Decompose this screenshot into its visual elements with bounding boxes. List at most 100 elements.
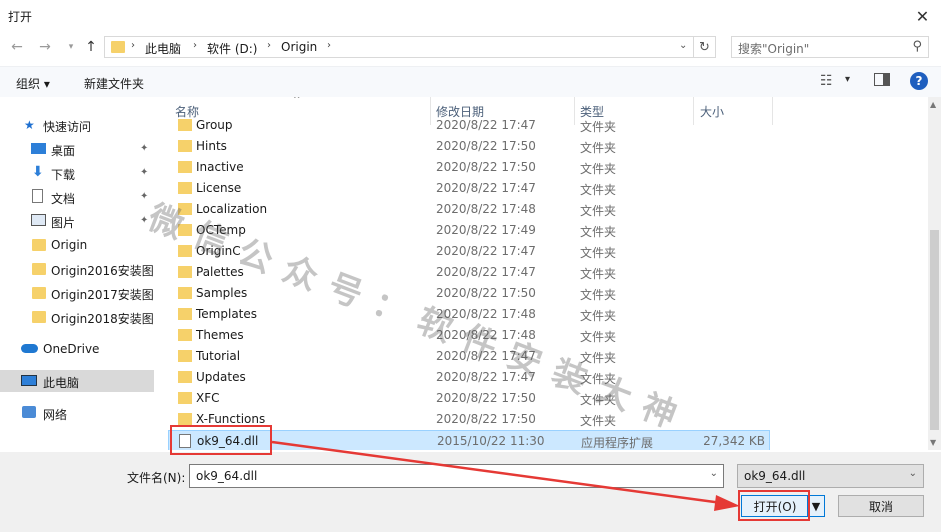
scroll-down-icon[interactable]: ▼	[930, 438, 936, 447]
file-date: 2020/8/22 17:47	[436, 370, 536, 384]
title-bar: 打开 ✕	[0, 0, 941, 32]
close-button[interactable]: ✕	[904, 0, 941, 32]
navigation-pane: ★ 快速访问 桌面 ✦ ⬇ 下载 ✦ 文档 ✦ 图片 ✦ Origin Orig…	[0, 97, 159, 450]
file-name: Group	[196, 118, 233, 132]
sidebar-item-origin[interactable]: Origin	[0, 234, 154, 256]
file-date: 2020/8/22 17:47	[436, 181, 536, 195]
breadcrumb-separator: ›	[267, 40, 271, 51]
table-row[interactable]: Updates 2020/8/22 17:47 文件夹	[168, 367, 770, 388]
pin-icon: ✦	[140, 167, 149, 178]
network-icon	[22, 406, 36, 418]
folder-icon	[178, 287, 192, 299]
folder-icon	[178, 371, 192, 383]
file-type: 文件夹	[580, 225, 617, 239]
breadcrumb-separator: ›	[327, 40, 331, 51]
table-row[interactable]: Hints 2020/8/22 17:50 文件夹	[168, 136, 770, 157]
file-name: Hints	[196, 139, 227, 153]
up-button[interactable]: ↑	[80, 36, 102, 58]
breadcrumb-this-pc[interactable]: 此电脑	[145, 40, 181, 57]
folder-icon	[178, 350, 192, 362]
cloud-icon	[21, 344, 38, 353]
file-name: OCTemp	[196, 223, 246, 237]
folder-icon	[178, 413, 192, 425]
file-date: 2020/8/22 17:48	[436, 202, 536, 216]
sidebar-item-origin2016[interactable]: Origin2016安装图片	[0, 258, 154, 280]
table-row[interactable]: Themes 2020/8/22 17:48 文件夹	[168, 325, 770, 346]
scroll-up-icon[interactable]: ▲	[930, 100, 936, 109]
help-icon[interactable]: ?	[910, 72, 928, 90]
preview-pane-icon[interactable]	[874, 73, 890, 86]
sidebar-item-label: 文档	[51, 192, 76, 206]
sidebar-item-onedrive[interactable]: OneDrive	[0, 338, 154, 360]
folder-icon	[178, 182, 192, 194]
table-row[interactable]: Palettes 2020/8/22 17:47 文件夹	[168, 262, 770, 283]
scrollbar-thumb[interactable]	[930, 230, 939, 430]
refresh-button[interactable]: ↻	[694, 36, 716, 58]
folder-icon	[111, 41, 125, 53]
file-name: X-Functions	[196, 412, 266, 426]
file-list: ^ 名称 修改日期 类型 大小 Group 2020/8/22 17:47 文件夹 H…	[160, 97, 930, 450]
file-date: 2020/8/22 17:47	[436, 118, 536, 132]
folder-icon	[178, 266, 192, 278]
sort-ascending-icon: ^	[293, 97, 301, 105]
column-divider[interactable]	[772, 97, 773, 125]
table-row[interactable]: OriginC 2020/8/22 17:47 文件夹	[168, 241, 770, 262]
arrow-left-icon: ←	[11, 39, 23, 55]
folder-icon	[178, 119, 192, 131]
sidebar-item-label: 此电脑	[43, 376, 80, 390]
folder-icon	[178, 245, 192, 257]
sidebar-item-network[interactable]: 网络	[0, 402, 154, 424]
sidebar-item-origin2018[interactable]: Origin2018安装图片	[0, 306, 154, 328]
chevron-down-icon[interactable]: ⌄	[710, 468, 718, 479]
view-options-icon[interactable]: ☷	[820, 73, 833, 89]
sidebar-item-origin2017[interactable]: Origin2017安装图片	[0, 282, 154, 304]
table-row[interactable]: OCTemp 2020/8/22 17:49 文件夹	[168, 220, 770, 241]
file-date: 2015/10/22 11:30	[437, 434, 545, 448]
breadcrumb-origin[interactable]: Origin	[281, 40, 317, 54]
toolbar: 组织 ▾ 新建文件夹 ☷ ▾ ?	[0, 66, 941, 97]
view-dropdown-icon[interactable]: ▾	[845, 74, 850, 85]
sidebar-item-downloads[interactable]: ⬇ 下载 ✦	[0, 162, 154, 184]
table-row[interactable]: Tutorial 2020/8/22 17:47 文件夹	[168, 346, 770, 367]
file-type-select[interactable]: ok9_64.dll ⌄	[737, 464, 924, 488]
file-date: 2020/8/22 17:47	[436, 349, 536, 363]
sidebar-item-label: Origin	[51, 238, 88, 252]
computer-icon	[21, 375, 37, 386]
table-row[interactable]: XFC 2020/8/22 17:50 文件夹	[168, 388, 770, 409]
sidebar-item-documents[interactable]: 文档 ✦	[0, 186, 154, 208]
folder-icon	[178, 308, 192, 320]
back-button[interactable]: ←	[6, 36, 28, 58]
table-row[interactable]: Templates 2020/8/22 17:48 文件夹	[168, 304, 770, 325]
file-type: 文件夹	[580, 330, 617, 344]
sidebar-item-desktop[interactable]: 桌面 ✦	[0, 138, 154, 160]
folder-icon	[178, 329, 192, 341]
table-row[interactable]: Samples 2020/8/22 17:50 文件夹	[168, 283, 770, 304]
file-type: 文件夹	[580, 183, 617, 197]
download-icon: ⬇	[32, 164, 44, 180]
folder-icon	[32, 287, 46, 299]
new-folder-button[interactable]: 新建文件夹	[84, 75, 144, 92]
search-input[interactable]: 搜索"Origin" ⚲	[731, 36, 929, 58]
address-dropdown-icon[interactable]: ⌄	[679, 40, 687, 51]
sidebar-item-label: Origin2017安装图片	[51, 288, 154, 302]
table-row[interactable]: Localization 2020/8/22 17:48 文件夹	[168, 199, 770, 220]
sidebar-item-quick-access[interactable]: ★ 快速访问	[0, 114, 154, 136]
address-bar[interactable]: › 此电脑 › 软件 (D:) › Origin › ⌄	[104, 36, 694, 58]
forward-button[interactable]: →	[34, 36, 56, 58]
filename-input[interactable]: ok9_64.dll ⌄	[189, 464, 724, 488]
cancel-button[interactable]: 取消	[838, 495, 924, 517]
sidebar-item-pictures[interactable]: 图片 ✦	[0, 210, 154, 232]
file-type: 文件夹	[580, 309, 617, 323]
table-row[interactable]: Group 2020/8/22 17:47 文件夹	[168, 115, 770, 136]
sidebar-item-label: OneDrive	[43, 342, 100, 356]
file-date: 2020/8/22 17:50	[436, 412, 536, 426]
table-row[interactable]: License 2020/8/22 17:47 文件夹	[168, 178, 770, 199]
annotation-highlight-file	[170, 425, 272, 455]
annotation-highlight-open	[738, 490, 810, 521]
sidebar-item-this-pc[interactable]: 此电脑	[0, 370, 154, 392]
cancel-button-label: 取消	[868, 499, 893, 514]
table-row[interactable]: Inactive 2020/8/22 17:50 文件夹	[168, 157, 770, 178]
breadcrumb-drive-d[interactable]: 软件 (D:)	[207, 40, 257, 57]
recent-locations-button[interactable]: ▾	[60, 36, 82, 58]
organize-menu[interactable]: 组织 ▾	[16, 75, 50, 92]
